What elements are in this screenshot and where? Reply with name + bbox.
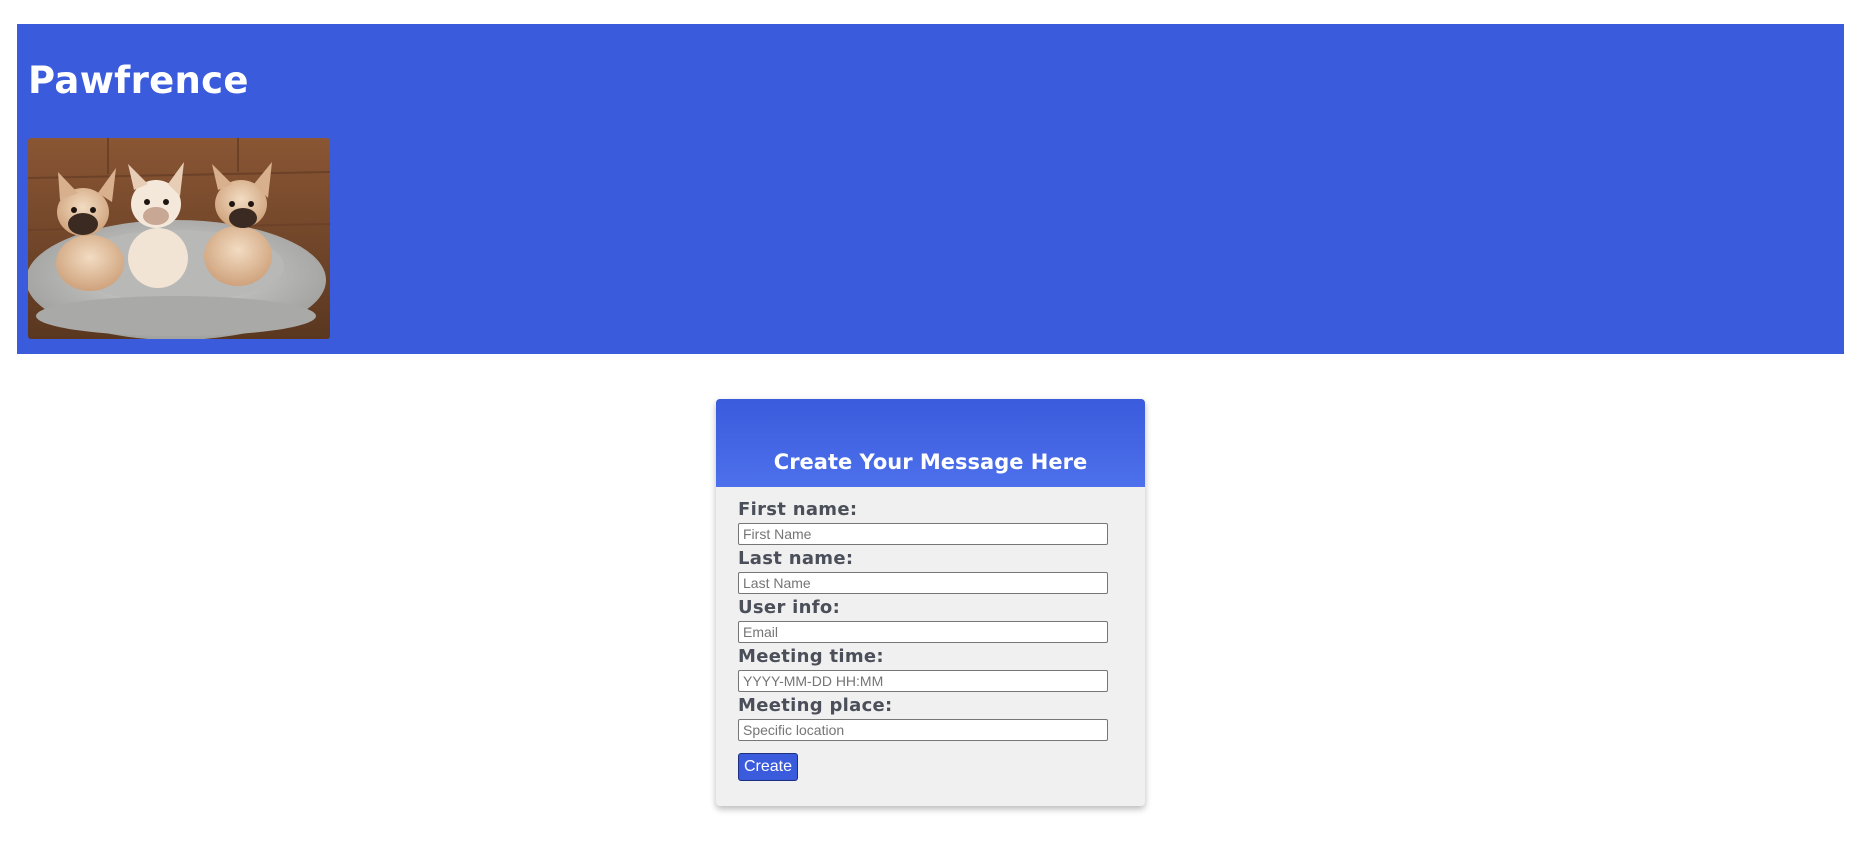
user-info-label: User info: — [738, 597, 841, 618]
first-name-label: First name: — [738, 499, 858, 520]
last-name-label: Last name: — [738, 548, 854, 569]
meeting-place-label: Meeting place: — [738, 695, 893, 716]
meeting-time-label: Meeting time: — [738, 646, 884, 667]
meeting-time-input[interactable] — [738, 670, 1108, 692]
meeting-place-input[interactable] — [738, 719, 1108, 741]
create-button[interactable]: Create — [738, 753, 799, 781]
puppies-image — [28, 138, 330, 339]
last-name-input[interactable] — [738, 572, 1108, 594]
email-input[interactable] — [738, 621, 1108, 643]
first-name-input[interactable] — [738, 523, 1108, 545]
form-header: Create Your Message Here — [716, 399, 1145, 487]
site-title: Pawfrence — [28, 59, 249, 102]
message-form-card: Create Your Message Here First name: Las… — [716, 399, 1145, 806]
site-header: Pawfrence — [17, 24, 1844, 354]
form-title: Create Your Message Here — [773, 450, 1088, 474]
message-form: First name: Last name: User info: Meetin… — [716, 487, 1145, 781]
